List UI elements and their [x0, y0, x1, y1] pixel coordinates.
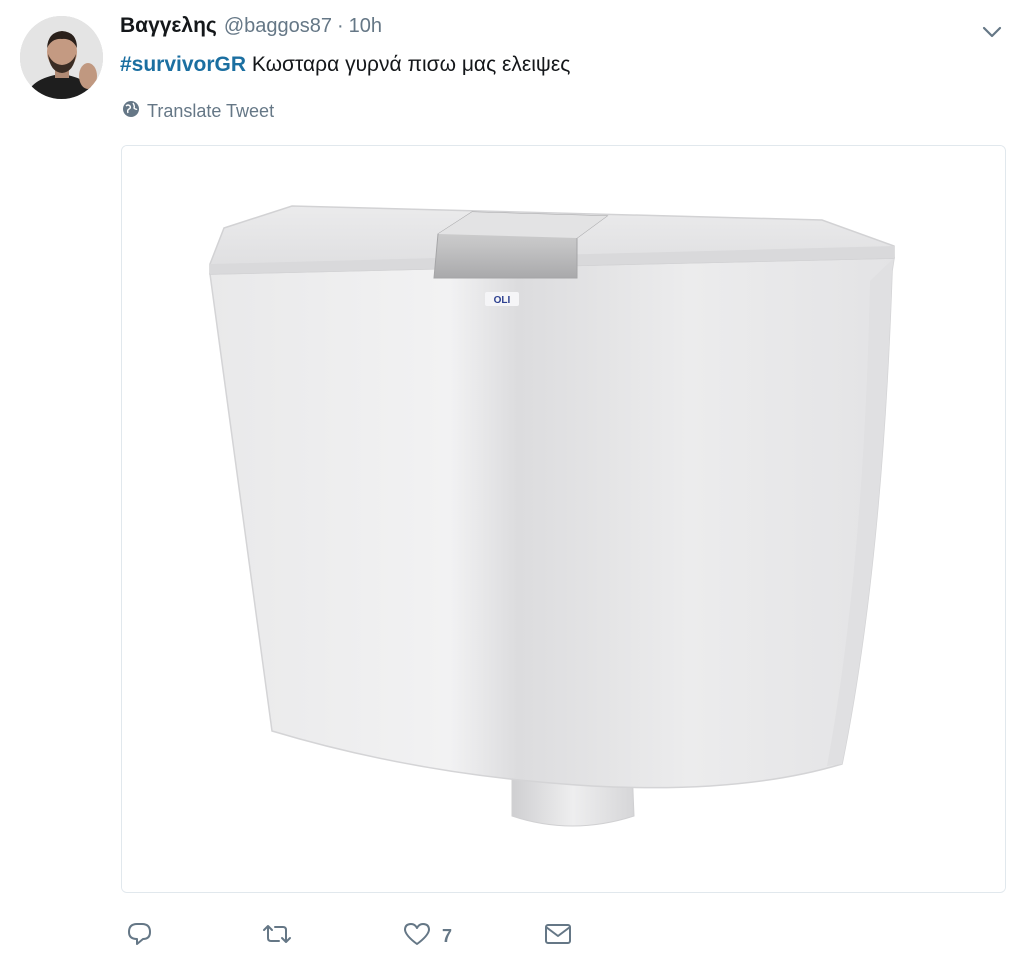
envelope-icon: [543, 920, 573, 953]
like-button[interactable]: 7: [402, 918, 452, 954]
retweet-button[interactable]: [260, 918, 304, 954]
chevron-down-icon[interactable]: [980, 20, 1004, 44]
like-count: 7: [442, 925, 453, 946]
avatar[interactable]: [20, 16, 103, 99]
separator-dot: ·: [337, 15, 344, 37]
reply-icon: [125, 920, 153, 953]
heart-icon: [402, 920, 432, 953]
tweet-timestamp[interactable]: 10h: [349, 15, 382, 38]
retweet-icon: [260, 920, 294, 953]
hashtag-link[interactable]: #survivorGR: [120, 53, 246, 76]
translate-label: Translate Tweet: [147, 100, 275, 121]
toilet-tank-image: OLI: [122, 146, 1005, 892]
direct-message-button[interactable]: [543, 918, 583, 954]
reply-button[interactable]: [125, 918, 163, 954]
brand-label: OLI: [494, 295, 511, 306]
tweet-header: Βαγγελης @baggos87 · 10h: [120, 14, 382, 44]
tweet-actions: 7: [123, 918, 583, 954]
tweet-body: Κωσταρα γυρνά πισω μας ελειψες: [251, 53, 571, 76]
translate-tweet-link[interactable]: Translate Tweet: [122, 99, 274, 123]
tweet-media[interactable]: OLI: [121, 145, 1006, 893]
author-name[interactable]: Βαγγελης: [120, 14, 217, 38]
avatar-image: [20, 16, 103, 99]
tweet-text: #survivorGR Κωσταρα γυρνά πισω μας ελειψ…: [120, 50, 570, 80]
author-handle[interactable]: @baggos87: [224, 15, 332, 38]
globe-icon: [122, 100, 147, 123]
